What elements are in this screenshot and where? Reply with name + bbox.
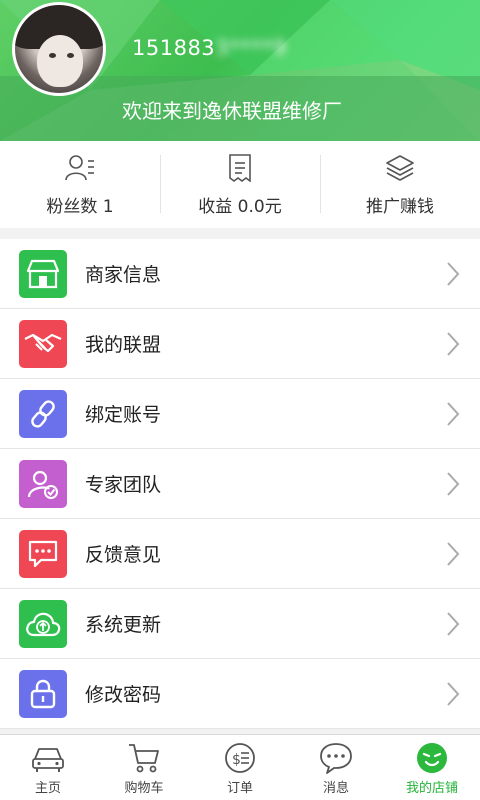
menu-item-my-alliance[interactable]: 我的联盟 xyxy=(0,309,480,379)
menu-label: 我的联盟 xyxy=(85,334,162,356)
menu-label: 专家团队 xyxy=(85,474,162,496)
menu-label: 反馈意见 xyxy=(85,544,162,566)
chevron-right-icon xyxy=(447,612,460,636)
nav-label: 主页 xyxy=(34,781,61,796)
menu-item-change-password[interactable]: 修改密码 xyxy=(0,659,480,729)
menu-item-system-update[interactable]: 系统更新 xyxy=(0,589,480,659)
nav-tab-my-store[interactable]: 我的店铺 xyxy=(384,735,480,800)
bottom-nav: 主页 购物车 $ 订单 消息 我的店铺 xyxy=(0,734,480,800)
menu-item-bind-account[interactable]: 绑定账号 xyxy=(0,379,480,449)
chevron-right-icon xyxy=(447,262,460,286)
layers-icon xyxy=(386,155,414,181)
chevron-right-icon xyxy=(447,472,460,496)
cart-icon xyxy=(129,744,159,773)
receipt-icon xyxy=(229,154,251,182)
menu-label: 商家信息 xyxy=(85,264,162,286)
chevron-right-icon xyxy=(447,682,460,706)
avatar[interactable] xyxy=(12,2,106,96)
store-icon xyxy=(19,249,67,298)
phone-number: 1518833****9 xyxy=(132,36,287,60)
cloud-upload-icon xyxy=(19,599,67,648)
nav-tab-cart[interactable]: 购物车 xyxy=(96,735,192,800)
fans-icon xyxy=(65,155,94,181)
nav-label: 购物车 xyxy=(124,781,164,796)
stat-fans-label: 粉丝数 1 xyxy=(46,197,114,217)
menu-item-feedback[interactable]: 反馈意见 xyxy=(0,519,480,589)
nav-tab-home[interactable]: 主页 xyxy=(0,735,96,800)
my-store-icon xyxy=(417,743,447,773)
menu-label: 修改密码 xyxy=(85,684,162,706)
message-icon xyxy=(320,743,352,774)
chevron-right-icon xyxy=(447,332,460,356)
stat-promote[interactable]: 推广赚钱 xyxy=(320,141,480,228)
nav-label: 我的店铺 xyxy=(405,781,458,796)
stat-earnings[interactable]: 收益 0.0元 xyxy=(160,141,320,228)
stat-promote-label: 推广赚钱 xyxy=(366,197,434,217)
menu-label: 绑定账号 xyxy=(85,404,162,426)
stat-earnings-label: 收益 0.0元 xyxy=(198,197,282,217)
lock-icon xyxy=(19,669,67,718)
stats-bar: 粉丝数 1 收益 0.0元 推广赚钱 xyxy=(0,141,480,228)
chevron-right-icon xyxy=(447,542,460,566)
order-icon: $ xyxy=(225,743,255,773)
nav-tab-orders[interactable]: $ 订单 xyxy=(192,735,288,800)
nav-label: 消息 xyxy=(322,781,349,796)
car-icon xyxy=(32,748,64,772)
settings-menu: 商家信息 我的联盟 绑定账号 专家团队 反馈意见 系统更新 修改密码 xyxy=(0,239,480,729)
stat-fans[interactable]: 粉丝数 1 xyxy=(0,141,160,228)
welcome-text: 欢迎来到逸休联盟维修厂 xyxy=(122,99,342,123)
nav-label: 订单 xyxy=(226,781,253,796)
profile-header: 1518833****9 欢迎来到逸休联盟维修厂 xyxy=(0,0,480,141)
menu-item-store-info[interactable]: 商家信息 xyxy=(0,239,480,309)
nav-tab-messages[interactable]: 消息 xyxy=(288,735,384,800)
feedback-icon xyxy=(19,529,67,578)
menu-item-expert-team[interactable]: 专家团队 xyxy=(0,449,480,519)
link-icon xyxy=(19,389,67,438)
svg-text:$: $ xyxy=(232,752,241,768)
menu-label: 系统更新 xyxy=(85,614,162,636)
expert-icon xyxy=(19,459,67,508)
handshake-icon xyxy=(19,319,67,368)
chevron-right-icon xyxy=(447,402,460,426)
